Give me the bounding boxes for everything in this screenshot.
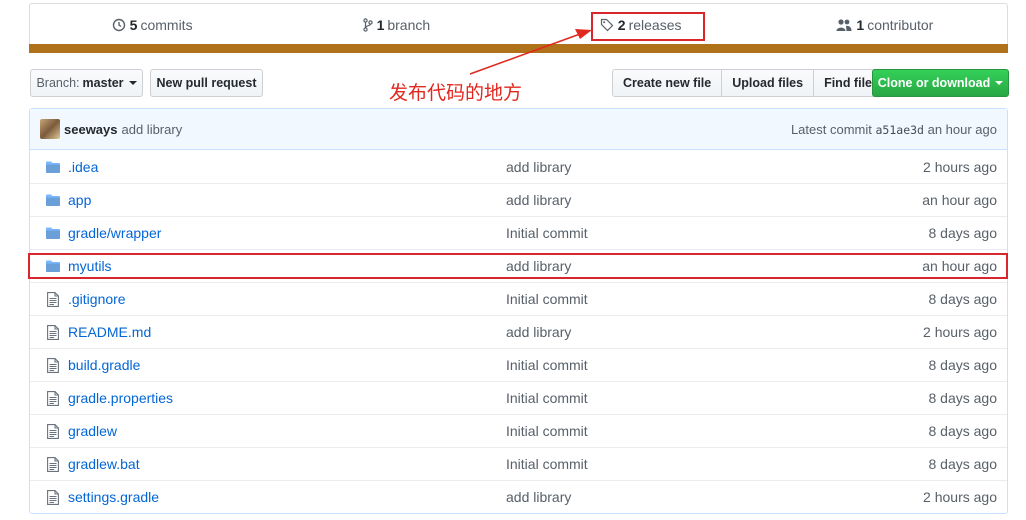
file-commit-message[interactable]: Initial commit	[506, 225, 806, 241]
folder-icon	[38, 227, 68, 239]
table-row[interactable]: README.md add library 2 hours ago	[30, 315, 1007, 348]
file-actions-group: Create new file Upload files Find file	[612, 69, 883, 97]
branches-count: 1	[376, 16, 385, 33]
contributors-label: contributor	[867, 16, 934, 33]
file-age: 2 hours ago	[923, 489, 997, 505]
annotation-label: 发布代码的地方	[389, 82, 523, 104]
file-commit-message[interactable]: Initial commit	[506, 456, 806, 472]
chevron-down-icon	[995, 81, 1004, 85]
history-icon	[112, 18, 126, 32]
table-row[interactable]: gradle.properties Initial commit 8 days ag…	[30, 381, 1007, 414]
file-icon	[38, 291, 68, 307]
new-pull-request-button[interactable]: New pull request	[150, 69, 263, 97]
table-row[interactable]: .gitignore Initial commit 8 days ago	[30, 282, 1007, 315]
latest-commit-label: Latest commit	[790, 121, 872, 137]
file-name-link[interactable]: gradle/wrapper	[68, 225, 506, 241]
language-bar	[29, 44, 1008, 53]
file-list: .idea add library 2 hours ago app add librar…	[30, 150, 1007, 513]
upload-files-button[interactable]: Upload files	[721, 70, 814, 96]
commits-link[interactable]: 5 commits	[30, 4, 274, 45]
avatar[interactable]	[40, 119, 60, 139]
clone-label: Clone or download	[877, 76, 991, 90]
commit-author[interactable]: seeways	[64, 122, 118, 137]
myutils-highlight-box	[28, 253, 1008, 279]
table-row[interactable]: gradle/wrapper Initial commit 8 days ago	[30, 216, 1007, 249]
commit-age: an hour ago	[927, 121, 997, 137]
branch-prefix: Branch:	[36, 76, 80, 90]
file-name-link[interactable]: gradle.properties	[68, 390, 506, 406]
file-name-link[interactable]: build.gradle	[68, 357, 506, 373]
file-icon	[38, 456, 68, 472]
file-age: 8 days ago	[928, 291, 998, 307]
file-icon	[38, 423, 68, 439]
table-row[interactable]: gradlew.bat Initial commit 8 days ago	[30, 447, 1007, 480]
file-commit-message[interactable]: Initial commit	[506, 291, 806, 307]
file-icon	[38, 489, 68, 505]
table-row[interactable]: app add library an hour ago	[30, 183, 1007, 216]
create-new-file-button[interactable]: Create new file	[613, 70, 722, 96]
branch-icon	[362, 17, 373, 32]
file-commit-message[interactable]: add library	[506, 324, 806, 340]
folder-icon	[38, 161, 68, 173]
branch-name: master	[82, 76, 124, 90]
file-name-link[interactable]: .gitignore	[68, 291, 506, 307]
file-age: 8 days ago	[928, 456, 998, 472]
file-commit-message[interactable]: Initial commit	[506, 423, 806, 439]
branches-label: branch	[387, 16, 431, 33]
table-row[interactable]: .idea add library 2 hours ago	[30, 150, 1007, 183]
file-commit-message[interactable]: add library	[506, 192, 806, 208]
file-name-link[interactable]: .idea	[68, 159, 506, 175]
file-age: 8 days ago	[928, 357, 998, 373]
branch-select-button[interactable]: Branch: master	[30, 69, 143, 97]
file-commit-message[interactable]: Initial commit	[506, 357, 806, 373]
file-age: 8 days ago	[928, 225, 998, 241]
file-name-link[interactable]: README.md	[68, 324, 506, 340]
file-age: 8 days ago	[928, 390, 998, 406]
chevron-down-icon	[128, 81, 137, 85]
file-commit-message[interactable]: Initial commit	[506, 390, 806, 406]
file-age: an hour ago	[922, 192, 997, 208]
people-icon	[836, 18, 852, 32]
folder-icon	[38, 194, 68, 206]
file-age: 2 hours ago	[923, 324, 997, 340]
file-icon	[38, 324, 68, 340]
file-commit-message[interactable]: add library	[506, 489, 806, 505]
table-row[interactable]: settings.gradle add library 2 hours ago	[30, 480, 1007, 513]
file-icon	[38, 357, 68, 373]
commit-message[interactable]: add library	[122, 122, 183, 137]
file-icon	[38, 390, 68, 406]
branches-link[interactable]: 1 branch	[274, 4, 518, 45]
file-name-link[interactable]: app	[68, 192, 506, 208]
latest-commit-info: Latest commit a51ae3d an hour ago	[791, 122, 997, 137]
commit-sha[interactable]: a51ae3d	[876, 123, 924, 137]
latest-commit-bar: seeways add library Latest commit a51ae3…	[30, 109, 1007, 150]
clone-download-button[interactable]: Clone or download	[872, 69, 1009, 97]
commits-label: commits	[140, 16, 193, 33]
file-name-link[interactable]: gradlew	[68, 423, 506, 439]
file-name-link[interactable]: settings.gradle	[68, 489, 506, 505]
file-age: 2 hours ago	[923, 158, 997, 175]
file-table: seeways add library Latest commit a51ae3…	[29, 108, 1008, 514]
file-name-link[interactable]: gradlew.bat	[68, 456, 506, 472]
contributors-count: 1	[856, 16, 865, 33]
contributors-link[interactable]: 1 contributor	[763, 4, 1007, 45]
releases-highlight-box	[591, 12, 705, 41]
file-age: 8 days ago	[928, 423, 998, 439]
table-row[interactable]: gradlew Initial commit 8 days ago	[30, 414, 1007, 447]
commits-count: 5	[129, 16, 138, 33]
file-commit-message[interactable]: add library	[506, 159, 806, 175]
table-row[interactable]: build.gradle Initial commit 8 days ago	[30, 348, 1007, 381]
